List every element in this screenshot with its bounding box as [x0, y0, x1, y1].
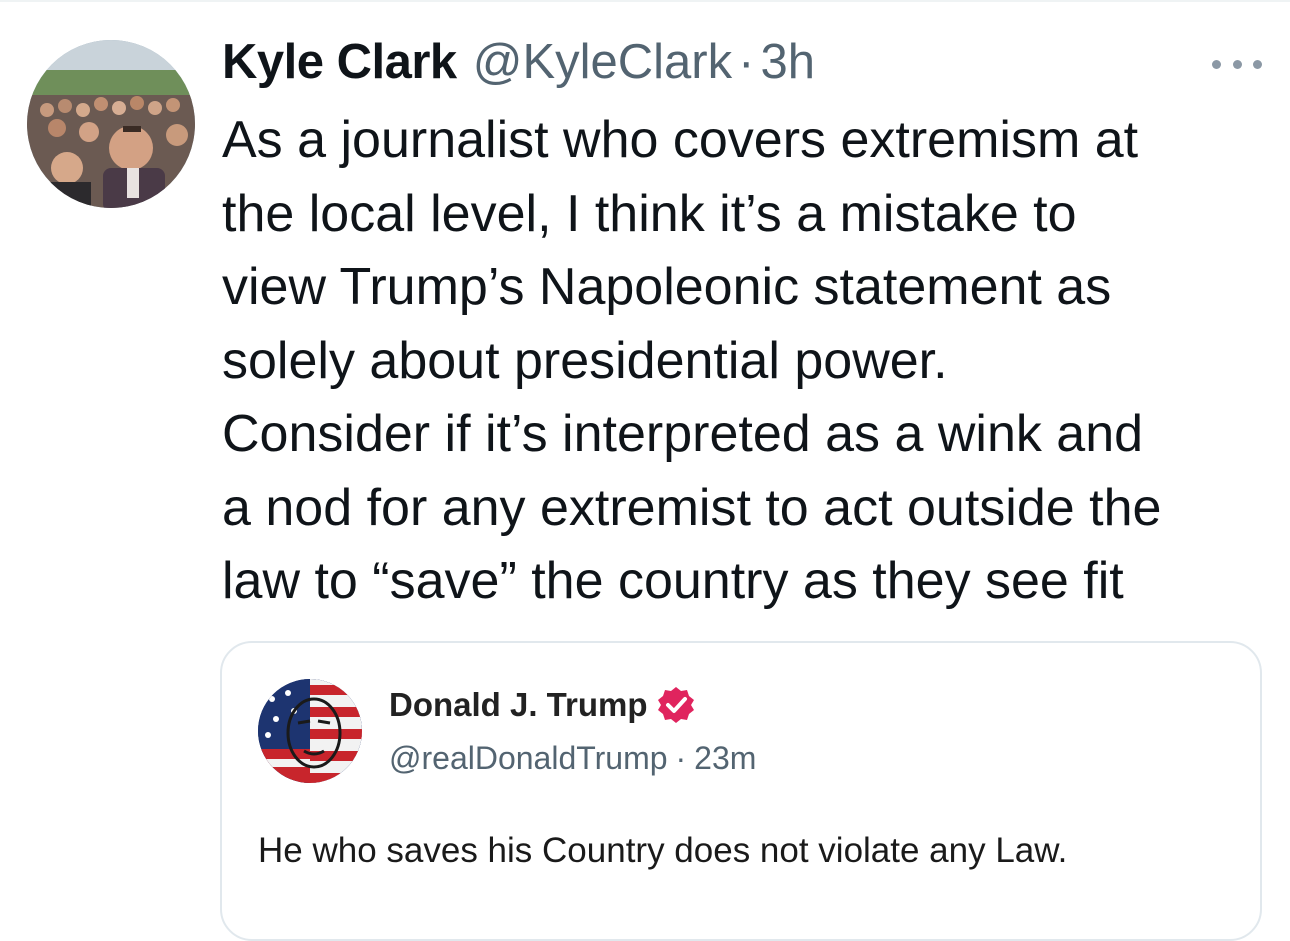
more-options-icon[interactable]: [1212, 52, 1262, 76]
more-dot: [1232, 59, 1242, 69]
quoted-post-card[interactable]: Donald J. Trump @realDonaldTrump · 23m He …: [220, 641, 1262, 941]
quoted-author-avatar[interactable]: [258, 679, 362, 783]
quoted-post-text: He who saves his Country does not violat…: [258, 831, 1068, 870]
author-handle[interactable]: @KyleClark: [473, 34, 732, 90]
more-dot: [1253, 59, 1262, 69]
author-avatar[interactable]: [27, 40, 195, 208]
tweet-timestamp[interactable]: 3h: [760, 34, 815, 90]
crowd-selfie-photo: [27, 40, 195, 208]
tweet-header: Kyle Clark @KyleClark · 3h: [222, 34, 815, 94]
tweet-text: As a journalist who covers extremism at …: [222, 111, 1162, 610]
quoted-author-display-name[interactable]: Donald J. Trump: [389, 686, 648, 724]
top-divider: [0, 0, 1290, 2]
verified-badge-icon: [657, 687, 694, 723]
flag-portrait-icon: [258, 679, 362, 783]
quoted-separator: ·: [675, 740, 687, 776]
quoted-meta: @realDonaldTrump · 23m: [389, 740, 756, 777]
header-separator: ·: [738, 35, 755, 89]
quoted-timestamp[interactable]: 23m: [694, 740, 756, 776]
more-dot: [1212, 59, 1221, 69]
quoted-author-row: Donald J. Trump: [389, 685, 696, 725]
author-display-name[interactable]: Kyle Clark: [222, 34, 457, 90]
quoted-author-handle[interactable]: @realDonaldTrump: [389, 740, 668, 776]
